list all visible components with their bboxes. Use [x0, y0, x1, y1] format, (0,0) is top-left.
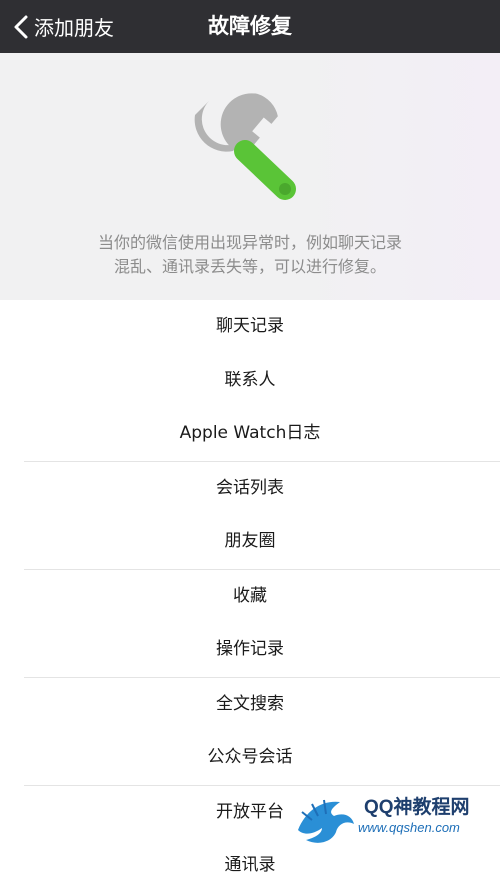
list-item-official-accounts[interactable]: 公众号会话 [0, 731, 500, 785]
list-item-apple-watch-log[interactable]: Apple Watch日志 [0, 407, 500, 461]
list-item-full-text-search[interactable]: 全文搜索 [0, 678, 500, 732]
navigation-bar: 添加朋友 故障修复 [0, 0, 500, 53]
list-item-chat-history[interactable]: 聊天记录 [0, 300, 500, 354]
list-item-moments[interactable]: 朋友圈 [0, 515, 500, 569]
description-line: 当你的微信使用出现异常时，例如聊天记录 [97, 233, 402, 252]
list-item-operation-log[interactable]: 操作记录 [0, 623, 500, 677]
list-item-conversation-list[interactable]: 会话列表 [0, 462, 500, 516]
back-button[interactable]: 添加朋友 [10, 0, 114, 53]
list-item-open-platform[interactable]: 开放平台 [0, 786, 500, 840]
back-label: 添加朋友 [34, 16, 114, 40]
header-panel: 当你的微信使用出现异常时，例如聊天记录 混乱、通讯录丢失等，可以进行修复。 [0, 53, 500, 300]
repair-options-list: 聊天记录 联系人 Apple Watch日志 会话列表 朋友圈 收藏 操作记录 … [0, 300, 500, 893]
list-item-favorites[interactable]: 收藏 [0, 570, 500, 624]
chevron-left-icon [14, 15, 28, 38]
description-line: 混乱、通讯录丢失等，可以进行修复。 [113, 257, 386, 276]
description-text: 当你的微信使用出现异常时，例如聊天记录 混乱、通讯录丢失等，可以进行修复。 [0, 231, 500, 279]
list-item-contacts[interactable]: 联系人 [0, 354, 500, 408]
wrench-icon [194, 93, 296, 200]
